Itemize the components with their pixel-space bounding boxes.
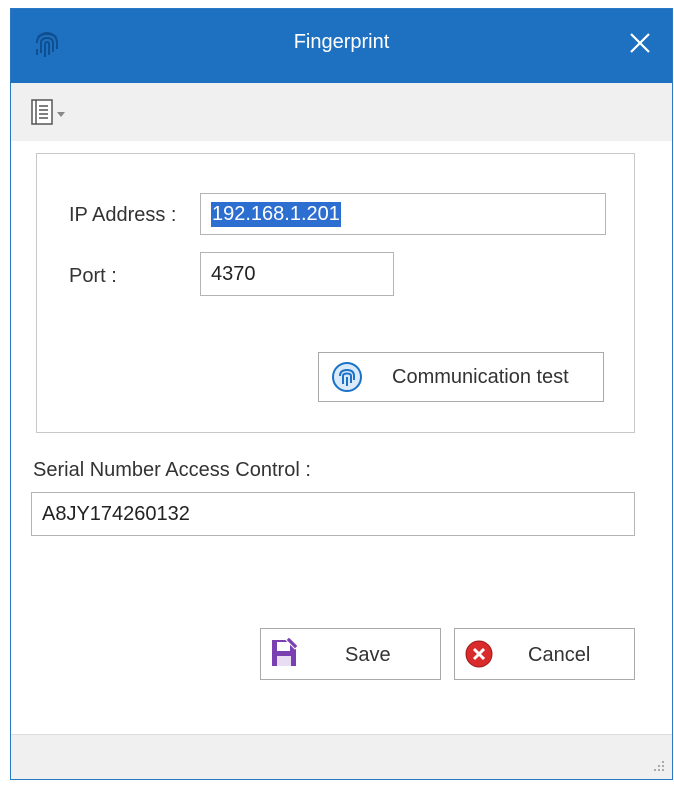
cancel-icon	[464, 639, 494, 675]
port-label: Port :	[69, 265, 117, 287]
window-title: Fingerprint	[293, 31, 390, 53]
toolbar	[11, 83, 672, 141]
close-icon	[629, 32, 651, 59]
connection-groupbox: IP Address : 192.168.1.201 Port : 4370 C…	[36, 153, 635, 433]
serial-number-value: A8JY174260132	[42, 502, 190, 525]
size-grip-icon[interactable]	[652, 759, 666, 773]
ip-address-label: IP Address :	[69, 204, 177, 226]
cancel-label: Cancel	[528, 644, 591, 666]
ip-address-value: 192.168.1.201	[211, 201, 341, 227]
fingerprint-icon	[331, 361, 363, 399]
fingerprint-dialog: Fingerprint IP Address: 192.168.1.201 P…	[10, 8, 673, 780]
save-icon	[269, 635, 301, 675]
port-value: 4370	[211, 262, 256, 285]
cancel-button[interactable]: Cancel	[454, 628, 635, 680]
serial-number-input[interactable]: A8JY174260132	[31, 492, 635, 536]
list-menu-icon	[29, 99, 73, 131]
title-bar[interactable]: Fingerprint	[11, 9, 672, 83]
communication-test-button[interactable]: Communication test	[318, 352, 604, 402]
communication-test-label: Communication test	[392, 366, 569, 388]
port-input[interactable]: 4370	[200, 252, 394, 296]
serial-number-label: Serial Number Access Control :	[33, 459, 311, 481]
ip-address-input[interactable]: 192.168.1.201	[200, 193, 606, 235]
save-label: Save	[345, 644, 391, 666]
close-button[interactable]	[618, 23, 662, 67]
status-bar	[11, 734, 672, 779]
save-button[interactable]: Save	[260, 628, 441, 680]
toolbar-menu-button[interactable]	[29, 97, 79, 127]
